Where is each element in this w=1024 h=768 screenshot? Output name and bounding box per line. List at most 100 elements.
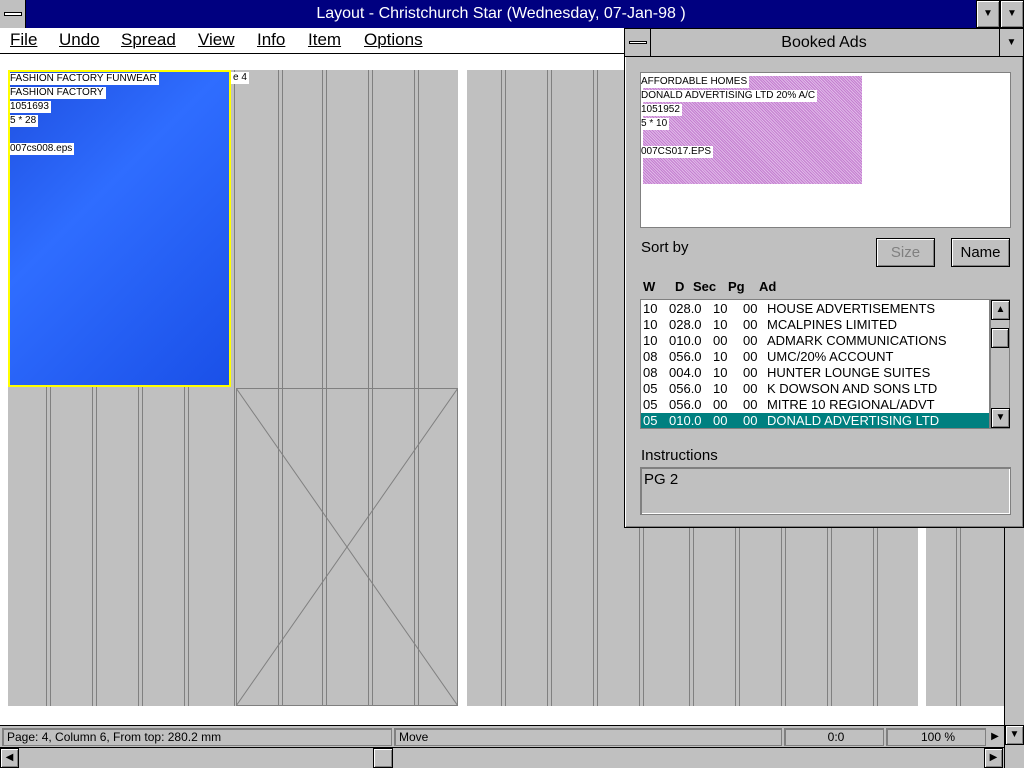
column-guide <box>597 70 598 706</box>
list-cell-d: 056.0 <box>669 381 702 396</box>
list-cell-ad: K DOWSON AND SONS LTD <box>767 381 938 396</box>
status-coords: 0:0 <box>784 728 884 746</box>
list-row[interactable]: 08 056.0 10 00 UMC/20% ACCOUNT <box>641 349 989 365</box>
list-cell-ad: MITRE 10 REGIONAL/ADVT <box>767 397 935 412</box>
list-row[interactable]: 05 056.0 10 00 K DOWSON AND SONS LTD <box>641 381 989 397</box>
list-cell-w: 08 <box>643 365 658 380</box>
booked-ads-panel: Booked Ads ▼ AFFORDABLE HOMES DONALD ADV… <box>624 28 1024 528</box>
list-cell-sec: 10 <box>713 381 728 396</box>
column-header-sec: Sec <box>693 279 717 294</box>
arrow-down-icon[interactable]: ▼ <box>991 408 1010 428</box>
status-position: Page: 4, Column 6, From top: 280.2 mm <box>2 728 392 746</box>
list-row[interactable]: 08 004.0 10 00 HUNTER LOUNGE SUITES <box>641 365 989 381</box>
column-guide <box>505 70 506 706</box>
list-cell-w: 10 <box>643 333 658 348</box>
list-cell-pg: 00 <box>743 365 758 380</box>
chevron-down-icon: ▼ <box>983 8 993 19</box>
list-cell-pg: 00 <box>743 301 758 316</box>
maximize-button[interactable]: ▼ <box>1000 0 1024 28</box>
list-cell-w: 05 <box>643 397 658 412</box>
column-guide <box>551 70 552 706</box>
list-cell-w: 08 <box>643 349 658 364</box>
menu-spread[interactable]: Spread <box>121 30 176 50</box>
list-row[interactable]: 10 028.0 10 00 HOUSE ADVERTISEMENTS <box>641 301 989 317</box>
list-row[interactable]: 10 010.0 00 00 ADMARK COMMUNICATIONS <box>641 333 989 349</box>
column-guide <box>234 70 235 706</box>
preview-line-2: DONALD ADVERTISING LTD 20% A/C <box>641 90 818 102</box>
sort-by-label: Sort by <box>641 239 689 256</box>
list-cell-ad: HOUSE ADVERTISEMENTS <box>767 301 936 316</box>
menu-undo[interactable]: Undo <box>59 30 100 50</box>
ad-line-6: 007cs008.eps <box>10 143 75 155</box>
ad-preview: AFFORDABLE HOMES DONALD ADVERTISING LTD … <box>640 72 1011 228</box>
panel-title-bar[interactable]: Booked Ads ▼ <box>625 29 1023 57</box>
list-cell-sec: 00 <box>713 333 728 348</box>
minimize-button[interactable]: ▼ <box>976 0 1000 28</box>
horizontal-scrollbar[interactable]: ◀ ▶ <box>0 747 1004 768</box>
chevron-down-icon[interactable]: ▼ <box>999 29 1023 57</box>
list-cell-pg: 00 <box>743 413 758 428</box>
ad-line-4: 5 * 28 <box>10 115 39 127</box>
menu-options[interactable]: Options <box>364 30 423 50</box>
list-cell-sec: 10 <box>713 365 728 380</box>
list-cell-sec: 00 <box>713 397 728 412</box>
list-cell-ad: ADMARK COMMUNICATIONS <box>767 333 947 348</box>
column-header-pg: Pg <box>728 279 745 294</box>
ad-line-2: FASHION FACTORY <box>10 87 106 99</box>
window-title: Layout - Christchurch Star (Wednesday, 0… <box>316 5 686 22</box>
list-cell-sec: 10 <box>713 317 728 332</box>
title-bar: Layout - Christchurch Star (Wednesday, 0… <box>0 0 1024 28</box>
list-cell-ad: DONALD ADVERTISING LTD <box>767 413 940 428</box>
list-row[interactable]: 05 010.0 00 00 DONALD ADVERTISING LTD <box>641 413 989 428</box>
horizontal-scroll-thumb[interactable] <box>373 748 393 768</box>
ad-line-1: FASHION FACTORY FUNWEAR <box>10 73 159 85</box>
list-cell-w: 10 <box>643 301 658 316</box>
scrollbar-corner: ▼ <box>1004 725 1024 768</box>
system-menu-icon[interactable] <box>625 29 651 57</box>
list-cell-d: 004.0 <box>669 365 702 380</box>
instructions-label: Instructions <box>641 447 718 464</box>
panel-title: Booked Ads <box>781 34 867 51</box>
list-cell-w: 10 <box>643 317 658 332</box>
list-cell-pg: 00 <box>743 381 758 396</box>
list-cell-d: 010.0 <box>669 413 702 428</box>
page-label: e 4 <box>231 72 249 84</box>
menu-info[interactable]: Info <box>257 30 285 50</box>
list-cell-d: 010.0 <box>669 333 702 348</box>
list-scrollbar[interactable]: ▲ ▼ <box>990 299 1010 429</box>
list-cell-ad: MCALPINES LIMITED <box>767 317 898 332</box>
list-row[interactable]: 10 028.0 10 00 MCALPINES LIMITED <box>641 317 989 333</box>
list-scroll-thumb[interactable] <box>991 328 1009 348</box>
column-guide <box>593 70 594 706</box>
list-cell-d: 028.0 <box>669 317 702 332</box>
arrow-left-icon[interactable]: ◀ <box>0 748 19 768</box>
sort-size-button[interactable]: Size <box>876 238 935 267</box>
placeholder-cross <box>236 388 458 706</box>
list-cell-ad: HUNTER LOUNGE SUITES <box>767 365 931 380</box>
menu-file[interactable]: File <box>10 30 37 50</box>
list-cell-sec: 00 <box>713 413 728 428</box>
arrow-down-icon[interactable]: ▼ <box>1005 725 1024 745</box>
sort-name-button[interactable]: Name <box>951 238 1010 267</box>
arrow-right-icon[interactable]: ▶ <box>984 748 1003 768</box>
instructions-field[interactable]: PG 2 <box>640 467 1011 515</box>
menu-view[interactable]: View <box>198 30 235 50</box>
arrow-up-icon[interactable]: ▲ <box>991 300 1010 320</box>
column-guide <box>501 70 502 706</box>
column-header-w: W <box>643 279 656 294</box>
booked-ads-list[interactable]: 10 028.0 10 00 HOUSE ADVERTISEMENTS 10 028.0 10… <box>640 299 990 429</box>
column-header-ad: Ad <box>759 279 777 294</box>
list-row[interactable]: 05 056.0 00 00 MITRE 10 REGIONAL/ADVT <box>641 397 989 413</box>
list-cell-w: 05 <box>643 381 658 396</box>
preview-line-4: 5 * 10 <box>641 118 670 130</box>
arrow-right-icon[interactable]: ▶ <box>988 728 1002 746</box>
column-header-d: D <box>675 279 685 294</box>
system-menu-icon[interactable] <box>0 0 26 28</box>
list-cell-ad: UMC/20% ACCOUNT <box>767 349 894 364</box>
preview-line-1: AFFORDABLE HOMES <box>641 76 750 88</box>
list-cell-pg: 00 <box>743 333 758 348</box>
selected-ad-box[interactable]: FASHION FACTORY FUNWEAR FASHION FACTORY … <box>8 70 231 387</box>
preview-line-3: 1051952 <box>641 104 682 116</box>
list-cell-sec: 10 <box>713 349 728 364</box>
menu-item[interactable]: Item <box>308 30 341 50</box>
